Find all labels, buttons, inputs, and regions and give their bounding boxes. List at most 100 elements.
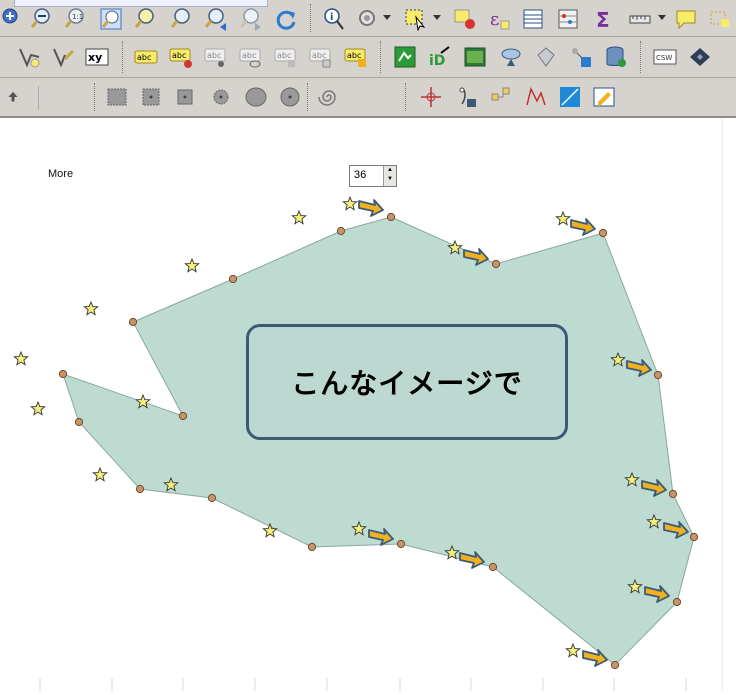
rect-center-icon[interactable] — [138, 84, 164, 110]
svg-text:xy: xy — [88, 51, 102, 64]
zoom-prev-icon[interactable] — [203, 6, 229, 32]
star-marker — [92, 466, 108, 482]
vertex-marker — [653, 370, 663, 380]
arrow-marker — [570, 218, 596, 236]
toolbar-separator — [94, 83, 97, 111]
vertex-tool-icon[interactable] — [523, 84, 549, 110]
georef-icon[interactable] — [557, 84, 583, 110]
zoom-full-icon[interactable] — [0, 6, 26, 32]
node-icon[interactable] — [488, 84, 514, 110]
arrow-marker — [358, 199, 384, 217]
square-icon[interactable] — [172, 84, 198, 110]
spiral-icon[interactable] — [316, 84, 342, 110]
label-move-icon[interactable]: abc — [203, 44, 229, 70]
rect-select-icon[interactable] — [104, 84, 130, 110]
wms-icon[interactable] — [533, 44, 559, 70]
zoom-last-icon[interactable] — [168, 6, 194, 32]
vertex-marker — [491, 259, 501, 269]
zoom-native-icon[interactable]: 1:1 — [63, 6, 89, 32]
label-rotate-icon[interactable]: abc — [273, 44, 299, 70]
processing-icon[interactable] — [568, 44, 594, 70]
svg-text:i: i — [330, 12, 333, 23]
zoom-selection-icon[interactable] — [132, 6, 158, 32]
vertex-marker — [598, 228, 608, 238]
label-change-icon[interactable]: abc — [308, 44, 334, 70]
vertex-marker — [336, 226, 346, 236]
osm-icon[interactable]: iD — [426, 44, 452, 70]
svg-text:CSW: CSW — [656, 54, 672, 62]
digitize-icon[interactable] — [50, 44, 76, 70]
circle-point-icon[interactable] — [208, 84, 234, 110]
ellipse-icon[interactable] — [243, 84, 269, 110]
zoom-next-icon[interactable] — [238, 6, 264, 32]
identify-icon[interactable]: i — [321, 6, 347, 32]
label-abc-icon[interactable]: abc — [133, 44, 159, 70]
grass-tool-icon[interactable] — [392, 44, 418, 70]
vertex-marker — [307, 542, 317, 552]
sum-icon[interactable]: Σ — [591, 6, 617, 32]
circle-dot-icon[interactable] — [277, 84, 303, 110]
crosshair-icon[interactable] — [418, 84, 444, 110]
gps-icon[interactable] — [687, 44, 713, 70]
vertex-marker — [228, 274, 238, 284]
vertex-marker — [689, 532, 699, 542]
svg-text:abc: abc — [172, 51, 186, 60]
svg-text:iD: iD — [429, 53, 445, 69]
select-feature-icon[interactable] — [403, 6, 429, 32]
deselect-icon[interactable] — [452, 6, 478, 32]
dropdown-arrow-icon[interactable] — [433, 15, 441, 20]
svg-text:abc: abc — [312, 51, 326, 60]
star-marker — [565, 642, 581, 658]
xy-csv-icon[interactable]: xy — [84, 44, 110, 70]
label-highlight-icon[interactable]: abc — [343, 44, 369, 70]
wfs-icon[interactable] — [498, 44, 524, 70]
zoom-layer-icon[interactable] — [98, 6, 124, 32]
svg-text:abc: abc — [277, 51, 291, 60]
callout-box: こんなイメージで — [246, 324, 568, 440]
svg-text:abc: abc — [137, 53, 151, 62]
expression-select-icon[interactable]: ε — [486, 6, 512, 32]
label-pin-icon[interactable]: abc — [168, 44, 194, 70]
action-icon[interactable] — [355, 6, 381, 32]
star-marker — [555, 210, 571, 226]
star-marker — [291, 209, 307, 225]
svg-text:Σ: Σ — [596, 8, 610, 31]
csw-icon[interactable]: CSW — [652, 44, 678, 70]
upload-icon[interactable] — [4, 84, 22, 110]
vertex-marker — [178, 411, 188, 421]
toolbar-separator — [380, 41, 383, 73]
vertex-marker — [610, 660, 620, 670]
svg-text:abc: abc — [242, 51, 256, 60]
toolbar-separator — [405, 83, 408, 111]
raster-icon[interactable] — [462, 44, 488, 70]
statistics-icon[interactable] — [555, 6, 581, 32]
tip-icon[interactable] — [706, 6, 732, 32]
svg-text:abc: abc — [347, 51, 361, 60]
edit-icon[interactable] — [591, 84, 617, 110]
star-marker — [342, 195, 358, 211]
attribute-table-icon[interactable] — [520, 6, 546, 32]
svg-text:abc: abc — [207, 51, 221, 60]
add-vector-feature-icon[interactable] — [16, 44, 42, 70]
labeling-toolbar: xy abc abc abc abc abc abc abc iD CSW — [0, 37, 736, 78]
label-show-icon[interactable]: abc — [238, 44, 264, 70]
callout-text: こんなイメージで — [291, 367, 523, 400]
measure-icon[interactable] — [627, 6, 653, 32]
annotation-icon[interactable] — [673, 6, 699, 32]
svg-text:ε: ε — [490, 9, 499, 30]
map-navigation-toolbar: 1:1 i ε Σ — [0, 0, 736, 37]
dropdown-arrow-icon[interactable] — [383, 15, 391, 20]
toolbar-divider — [38, 86, 39, 110]
digitizer-icon[interactable] — [453, 84, 479, 110]
dropdown-arrow-icon[interactable] — [658, 15, 666, 20]
database-icon[interactable] — [603, 44, 629, 70]
zoom-out-icon[interactable] — [29, 6, 55, 32]
star-marker — [30, 400, 46, 416]
vertex-marker — [488, 562, 498, 572]
toolbar-separator — [122, 41, 125, 73]
vertex-marker — [396, 539, 406, 549]
vertex-marker — [58, 369, 68, 379]
refresh-icon[interactable] — [273, 6, 299, 32]
svg-text:1:1: 1:1 — [72, 13, 83, 21]
shape-toolbar: More 36 ▲ ▼ — [0, 78, 736, 187]
